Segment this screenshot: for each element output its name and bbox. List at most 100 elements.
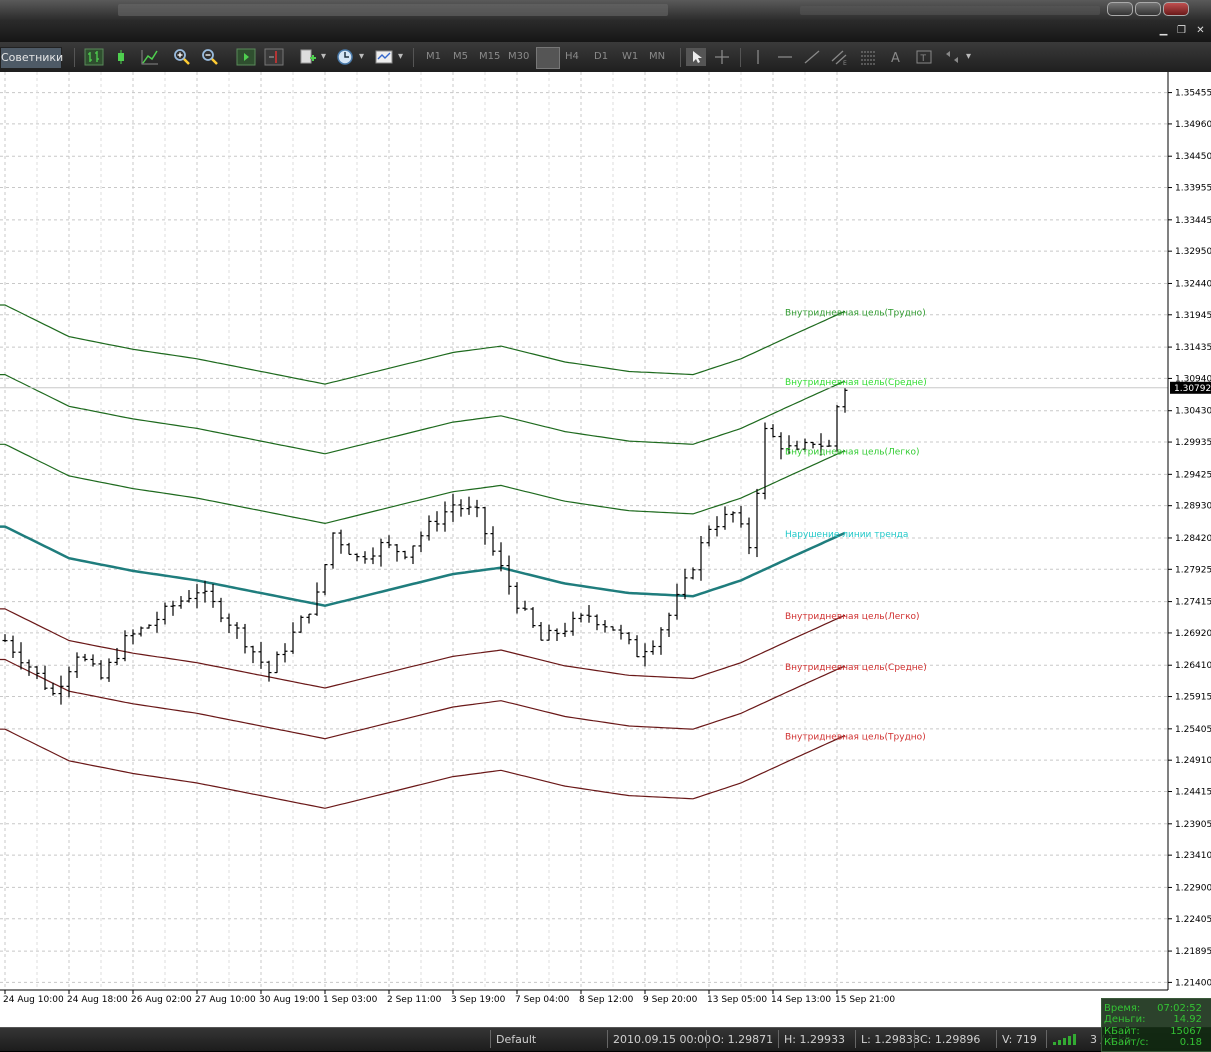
- price-tick-label: 1.32950: [1175, 247, 1211, 257]
- toolbar-separator: [740, 48, 741, 67]
- status-close: C: 1.29896: [920, 1033, 981, 1046]
- text-label-icon[interactable]: T: [914, 48, 934, 66]
- candlestick-icon[interactable]: [112, 48, 132, 66]
- info-money-label: Деньги:: [1104, 1014, 1146, 1025]
- time-tick-label: 24 Aug 18:00: [67, 995, 128, 1005]
- time-tick-label: 24 Aug 10:00: [3, 995, 64, 1005]
- price-tick-label: 1.27415: [1175, 598, 1211, 608]
- price-tick-label: 1.21400: [1175, 978, 1211, 988]
- info-kb-label: КБайт:: [1104, 1026, 1140, 1037]
- timeframe-m5[interactable]: M5: [453, 51, 468, 62]
- price-tick-label: 1.28420: [1175, 534, 1211, 544]
- horizontal-line-icon[interactable]: [775, 48, 795, 66]
- status-separator: [706, 1030, 707, 1048]
- title-text-area: [118, 4, 668, 16]
- timeframe-mn[interactable]: MN: [649, 51, 665, 62]
- line-chart-icon[interactable]: [140, 48, 160, 66]
- time-tick-label: 27 Aug 10:00: [195, 995, 256, 1005]
- dropdown-arrow-icon[interactable]: ▾: [966, 51, 971, 62]
- price-tick-label: 1.27925: [1175, 565, 1211, 575]
- price-tick-label: 1.23905: [1175, 820, 1211, 830]
- current-price-value: 1.30792: [1174, 384, 1211, 394]
- level-label: Внутридневная цель(Трудно): [785, 308, 926, 318]
- dropdown-arrow-icon[interactable]: ▾: [321, 51, 326, 62]
- level-label: Внутридневная цель(Легко): [785, 448, 920, 458]
- level-label: Внутридневная цель(Легко): [785, 612, 920, 622]
- level-label: Внутридневная цель(Трудно): [785, 732, 926, 742]
- close-button[interactable]: [1163, 2, 1189, 16]
- time-tick-label: 26 Aug 02:00: [131, 995, 192, 1005]
- zoom-in-icon[interactable]: [172, 48, 192, 66]
- connection-status-icon[interactable]: [1052, 1033, 1082, 1046]
- price-tick-label: 1.31435: [1175, 343, 1211, 353]
- timeframe-m30[interactable]: M30: [508, 51, 529, 62]
- trendline-icon[interactable]: [802, 48, 822, 66]
- status-low: L: 1.29838: [861, 1033, 920, 1046]
- window-title-bar: [0, 0, 1211, 20]
- status-open: O: 1.29871: [712, 1033, 774, 1046]
- zoom-out-icon[interactable]: [200, 48, 220, 66]
- text-tool-icon[interactable]: A: [886, 48, 906, 66]
- cursor-icon[interactable]: [686, 48, 706, 66]
- auto-scroll-icon[interactable]: [236, 48, 256, 66]
- price-tick-label: 1.26410: [1175, 661, 1211, 671]
- price-chart[interactable]: Внутридневная цель(Трудно) Внутридневная …: [0, 72, 1211, 1027]
- price-tick-label: 1.25405: [1175, 725, 1211, 735]
- info-time-label: Время:: [1104, 1003, 1141, 1014]
- status-separator: [778, 1030, 779, 1048]
- crosshair-icon[interactable]: [712, 48, 732, 66]
- svg-text:E: E: [843, 60, 847, 66]
- mdi-close-icon[interactable]: ✕: [1195, 25, 1206, 36]
- time-tick-label: 1 Sep 03:00: [323, 995, 378, 1005]
- price-tick-label: 1.34450: [1175, 152, 1211, 162]
- timeframe-h1[interactable]: H1: [536, 47, 560, 69]
- timeframe-w1[interactable]: W1: [622, 51, 638, 62]
- chart-toolbar: Советники ▾ ▾ ▾ M1 M5 M15 M30 H1 H4 D1 W1 MN E A…: [0, 42, 1211, 73]
- time-tick-label: 3 Sep 19:00: [451, 995, 506, 1005]
- status-separator: [1046, 1030, 1047, 1048]
- templates-icon[interactable]: [374, 48, 394, 66]
- info-kbs-label: КБайт/с:: [1104, 1037, 1149, 1048]
- time-tick-label: 2 Sep 11:00: [387, 995, 442, 1005]
- info-kbs-value: 0.18: [1179, 1037, 1202, 1048]
- status-datetime: 2010.09.15 00:00: [613, 1033, 712, 1046]
- channel-icon[interactable]: E: [829, 48, 849, 66]
- price-tick-label: 1.29425: [1175, 470, 1211, 480]
- mdi-minimize-icon[interactable]: ▁: [1158, 25, 1169, 36]
- periods-clock-icon[interactable]: [335, 48, 355, 66]
- price-tick-label: 1.35455: [1175, 89, 1211, 99]
- time-tick-label: 9 Sep 20:00: [643, 995, 698, 1005]
- time-tick-label: 15 Sep 21:00: [835, 995, 895, 1005]
- maximize-button[interactable]: [1135, 2, 1161, 16]
- time-tick-label: 14 Sep 13:00: [771, 995, 831, 1005]
- price-tick-label: 1.31945: [1175, 311, 1211, 321]
- dropdown-arrow-icon[interactable]: ▾: [359, 51, 364, 62]
- bar-chart-icon[interactable]: [84, 48, 104, 66]
- chart-shift-icon[interactable]: [264, 48, 284, 66]
- time-tick-label: 8 Sep 12:00: [579, 995, 634, 1005]
- timeframe-m15[interactable]: M15: [479, 51, 500, 62]
- toolbar-separator: [413, 48, 414, 67]
- status-separator: [855, 1030, 856, 1048]
- mdi-restore-icon[interactable]: ❐: [1176, 25, 1187, 36]
- arrows-icon[interactable]: [942, 48, 962, 66]
- expert-advisors-button[interactable]: Советники: [0, 47, 63, 69]
- timeframe-m1[interactable]: M1: [426, 51, 441, 62]
- toolbar-separator: [74, 48, 75, 67]
- minimize-button[interactable]: [1107, 2, 1133, 16]
- toolbar-separator: [680, 48, 681, 67]
- timeframe-d1[interactable]: D1: [594, 51, 608, 62]
- price-tick-label: 1.28930: [1175, 502, 1211, 512]
- fibonacci-icon[interactable]: [858, 48, 878, 66]
- price-tick-label: 1.24910: [1175, 756, 1211, 766]
- dropdown-arrow-icon[interactable]: ▾: [398, 51, 403, 62]
- timeframe-h4[interactable]: H4: [565, 51, 579, 62]
- price-tick-label: 1.26920: [1175, 629, 1211, 639]
- price-tick-label: 1.34960: [1175, 120, 1211, 130]
- vertical-line-icon[interactable]: [748, 48, 768, 66]
- price-tick-label: 1.32440: [1175, 279, 1211, 289]
- status-separator: [607, 1030, 608, 1048]
- indicators-icon[interactable]: [298, 48, 318, 66]
- info-time-value: 07:02:52: [1157, 1003, 1202, 1014]
- status-profile[interactable]: Default: [496, 1033, 536, 1046]
